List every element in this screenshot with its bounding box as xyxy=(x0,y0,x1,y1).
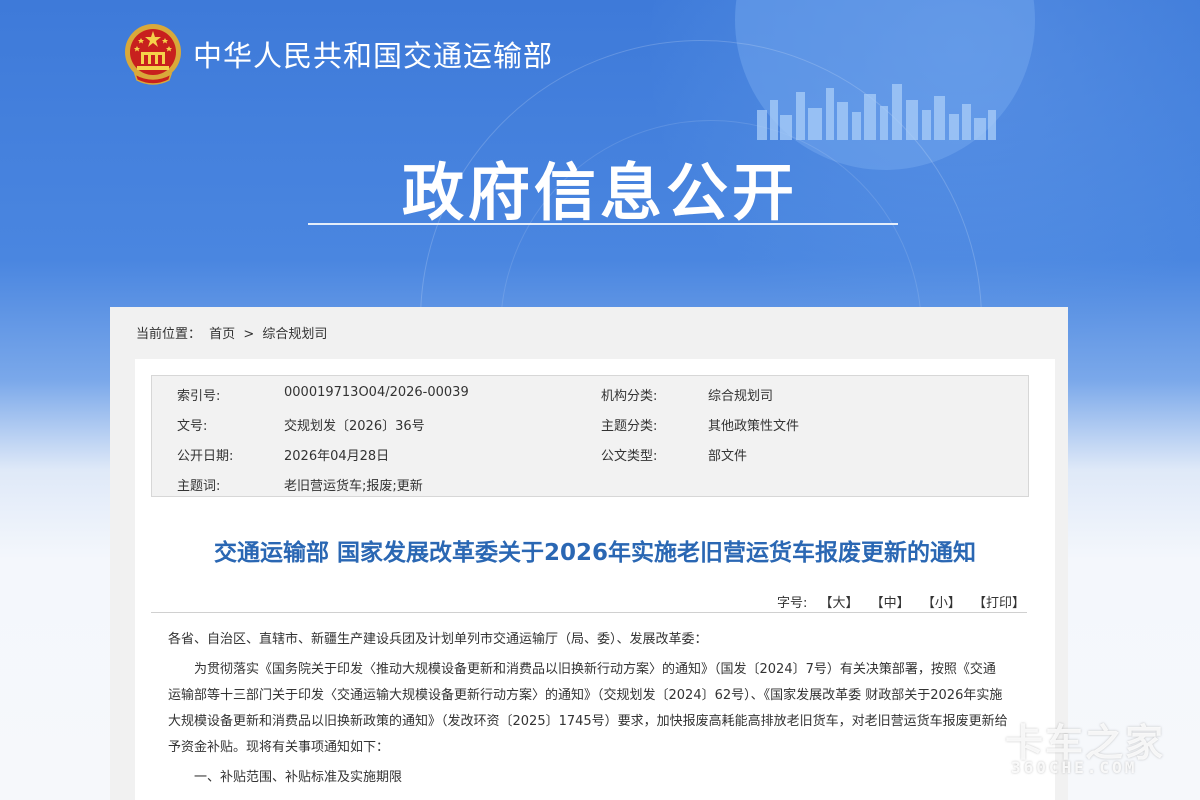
metadata-value: 2026年04月28日 xyxy=(284,449,390,464)
metadata-value: 部文件 xyxy=(708,449,748,464)
breadcrumb-home-link[interactable]: 首页 xyxy=(209,327,235,342)
body-paragraph: 为贯彻落实《国务院关于印发〈推动大规模设备更新和消费品以旧换新行动方案〉的通知》… xyxy=(168,662,1008,755)
breadcrumb-label: 当前位置： xyxy=(136,327,202,342)
title-divider xyxy=(151,612,1027,613)
metadata-value: 交规划发〔2026〕36号 xyxy=(284,419,425,434)
metadata-row: 索引号: 000019713O04/2026-00039 机构分类: 综合规划司 xyxy=(152,378,1028,408)
metadata-key: 公文类型: xyxy=(601,449,658,464)
metadata-key: 主题词: xyxy=(177,479,221,494)
document-title: 交通运输部 国家发展改革委关于2026年实施老旧营运货车报废更新的通知 xyxy=(213,540,977,566)
metadata-key: 索引号: xyxy=(177,389,221,404)
metadata-key: 公开日期: xyxy=(177,449,234,464)
banner-title: 政府信息公开 xyxy=(401,156,798,229)
metadata-value: 其他政策性文件 xyxy=(708,419,800,434)
metadata-value: 综合规划司 xyxy=(708,389,774,404)
metadata-row: 公开日期: 2026年04月28日 公文类型: 部文件 xyxy=(152,438,1028,468)
city-skyline-graphic xyxy=(757,84,996,140)
font-size-controls: 字号: 【大】 【中】 【小】 【打印】 xyxy=(777,592,1025,611)
ministry-name[interactable]: 中华人民共和国交通运输部 xyxy=(193,33,553,75)
national-emblem-icon xyxy=(125,24,181,85)
metadata-row: 文号: 交规划发〔2026〕36号 主题分类: 其他政策性文件 xyxy=(152,408,1028,438)
font-size-small-button[interactable]: 【小】 xyxy=(922,596,961,611)
metadata-key: 机构分类: xyxy=(601,389,658,404)
breadcrumb: 当前位置： 首页 > 综合规划司 xyxy=(136,323,331,342)
site-watermark: 卡车之家 360CHE.COM xyxy=(1005,712,1180,782)
font-size-label: 字号: xyxy=(776,596,808,611)
article-container: 索引号: 000019713O04/2026-00039 机构分类: 综合规划司… xyxy=(135,359,1055,800)
metadata-key: 主题分类: xyxy=(601,419,658,434)
page: 中华人民共和国交通运输部 政府信息公开 当前位置： 首页 > 综合规划司 索引号… xyxy=(0,0,1200,800)
document-body: 各省、自治区、直辖市、新疆生产建设兵团及计划单列市交通运输厅（局、委）、发展改革… xyxy=(168,627,1008,795)
metadata-key: 文号: xyxy=(177,419,208,434)
metadata-row: 主题词: 老旧营运货车;报废;更新 xyxy=(152,468,1028,498)
breadcrumb-current-link[interactable]: 综合规划司 xyxy=(262,327,327,342)
document-metadata-table: 索引号: 000019713O04/2026-00039 机构分类: 综合规划司… xyxy=(151,375,1029,497)
print-button[interactable]: 【打印】 xyxy=(973,596,1025,611)
font-size-medium-button[interactable]: 【中】 xyxy=(871,596,910,611)
metadata-value: 000019713O04/2026-00039 xyxy=(284,385,469,400)
metadata-value: 老旧营运货车;报废;更新 xyxy=(284,479,423,494)
content-panel: 当前位置： 首页 > 综合规划司 索引号: 000019713O04/2026-… xyxy=(110,307,1068,800)
salutation-paragraph: 各省、自治区、直辖市、新疆生产建设兵团及计划单列市交通运输厅（局、委）、发展改革… xyxy=(168,632,708,647)
watermark-domain: 360CHE.COM xyxy=(1011,758,1138,777)
section-heading: 一、补贴范围、补贴标准及实施期限 xyxy=(194,770,403,785)
font-size-large-button[interactable]: 【大】 xyxy=(820,596,859,611)
breadcrumb-separator: > xyxy=(243,327,255,342)
banner-divider xyxy=(308,223,898,225)
